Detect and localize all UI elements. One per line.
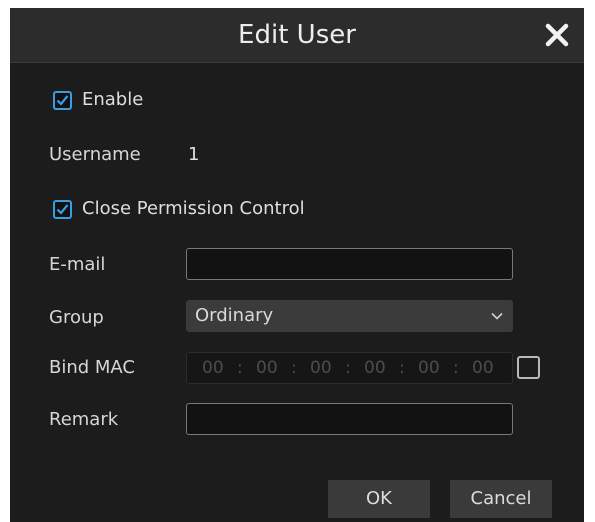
email-label: E-mail (49, 254, 106, 275)
bind-mac-label: Bind MAC (49, 357, 136, 378)
checkmark-icon (56, 95, 69, 106)
mac-octet[interactable]: 00 (418, 357, 440, 379)
username-label: Username (49, 144, 141, 165)
cancel-button[interactable]: Cancel (450, 480, 552, 518)
group-selected-value: Ordinary (195, 305, 274, 326)
mac-separator: : (237, 358, 243, 378)
enable-label[interactable]: Enable (82, 89, 143, 111)
mac-octet[interactable]: 00 (472, 357, 494, 379)
remark-label: Remark (49, 409, 119, 430)
close-permission-label[interactable]: Close Permission Control (82, 198, 305, 220)
mac-octet[interactable]: 00 (310, 357, 332, 379)
mac-octet[interactable]: 00 (364, 357, 386, 379)
email-field[interactable] (186, 248, 513, 280)
dialog-titlebar: Edit User (10, 8, 584, 63)
close-icon[interactable] (542, 20, 572, 50)
ok-button[interactable]: OK (328, 480, 430, 518)
group-select[interactable]: Ordinary (186, 300, 513, 332)
mac-octet[interactable]: 00 (256, 357, 278, 379)
mac-separator: : (345, 358, 351, 378)
mac-address-field[interactable]: 00 : 00 : 00 : 00 : 00 : 00 (186, 352, 513, 384)
mac-separator: : (399, 358, 405, 378)
mac-separator: : (453, 358, 459, 378)
group-label: Group (49, 307, 104, 328)
enable-checkbox[interactable] (53, 91, 72, 110)
close-permission-checkbox[interactable] (53, 200, 72, 219)
edit-user-dialog: Edit User Enable Username 1 Close Permis… (10, 8, 584, 522)
remark-field[interactable] (186, 403, 513, 435)
chevron-down-icon (491, 312, 503, 320)
username-value: 1 (188, 144, 200, 165)
bind-mac-checkbox[interactable] (517, 356, 540, 379)
dialog-title: Edit User (238, 20, 356, 50)
mac-octet[interactable]: 00 (202, 357, 224, 379)
mac-separator: : (291, 358, 297, 378)
checkmark-icon (56, 204, 69, 215)
